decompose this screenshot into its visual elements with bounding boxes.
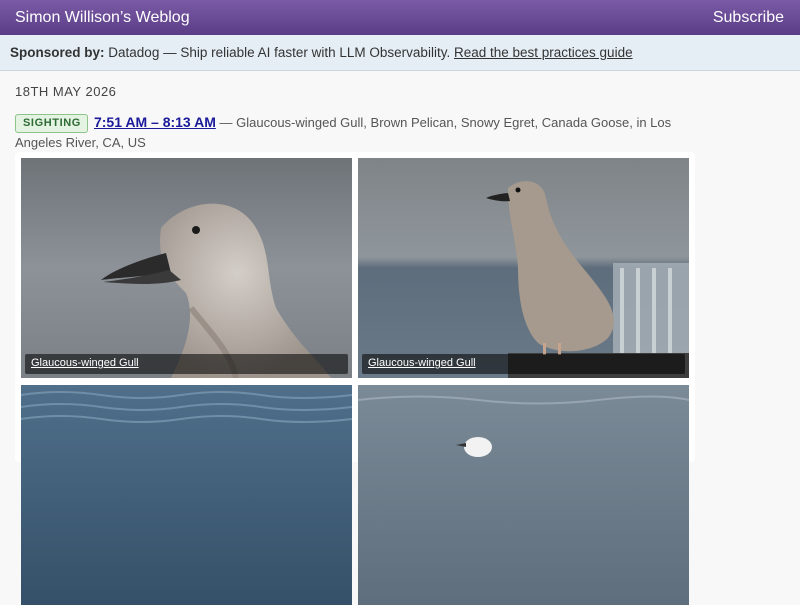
gallery-photo[interactable] bbox=[358, 385, 689, 605]
photo-caption[interactable]: Glaucous-winged Gull bbox=[362, 354, 685, 374]
gull-standing-image bbox=[358, 158, 689, 378]
photo-caption[interactable]: Glaucous-winged Gull bbox=[25, 354, 348, 374]
photo-gallery: Glaucous-winged Gull Glaucous-winged Gul… bbox=[15, 152, 695, 605]
entry-separator: — bbox=[219, 115, 233, 130]
sighting-entry: SIGHTING 7:51 AM – 8:13 AM — Glaucous-win… bbox=[15, 112, 675, 153]
sponsor-banner: Sponsored by: Datadog — Ship reliable AI… bbox=[0, 35, 800, 71]
gull-closeup-image bbox=[21, 158, 352, 378]
sighting-badge: SIGHTING bbox=[15, 114, 88, 133]
site-header: Simon Willison’s Weblog Subscribe bbox=[0, 0, 800, 35]
gallery-photo[interactable]: Glaucous-winged Gull bbox=[358, 158, 689, 378]
sighting-time-link[interactable]: 7:51 AM – 8:13 AM bbox=[94, 114, 216, 130]
entry-date: 18TH MAY 2026 bbox=[15, 84, 117, 99]
site-title-link[interactable]: Simon Willison’s Weblog bbox=[15, 9, 190, 27]
bird-on-water-image bbox=[358, 385, 689, 605]
sponsor-text: Datadog — Ship reliable AI faster with L… bbox=[108, 45, 451, 60]
gallery-photo[interactable]: Glaucous-winged Gull bbox=[21, 158, 352, 378]
sponsor-label: Sponsored by: bbox=[10, 45, 105, 60]
gallery-photo[interactable] bbox=[21, 385, 352, 605]
subscribe-link[interactable]: Subscribe bbox=[713, 9, 784, 27]
water-image bbox=[21, 385, 352, 605]
sponsor-link[interactable]: Read the best practices guide bbox=[454, 45, 633, 60]
